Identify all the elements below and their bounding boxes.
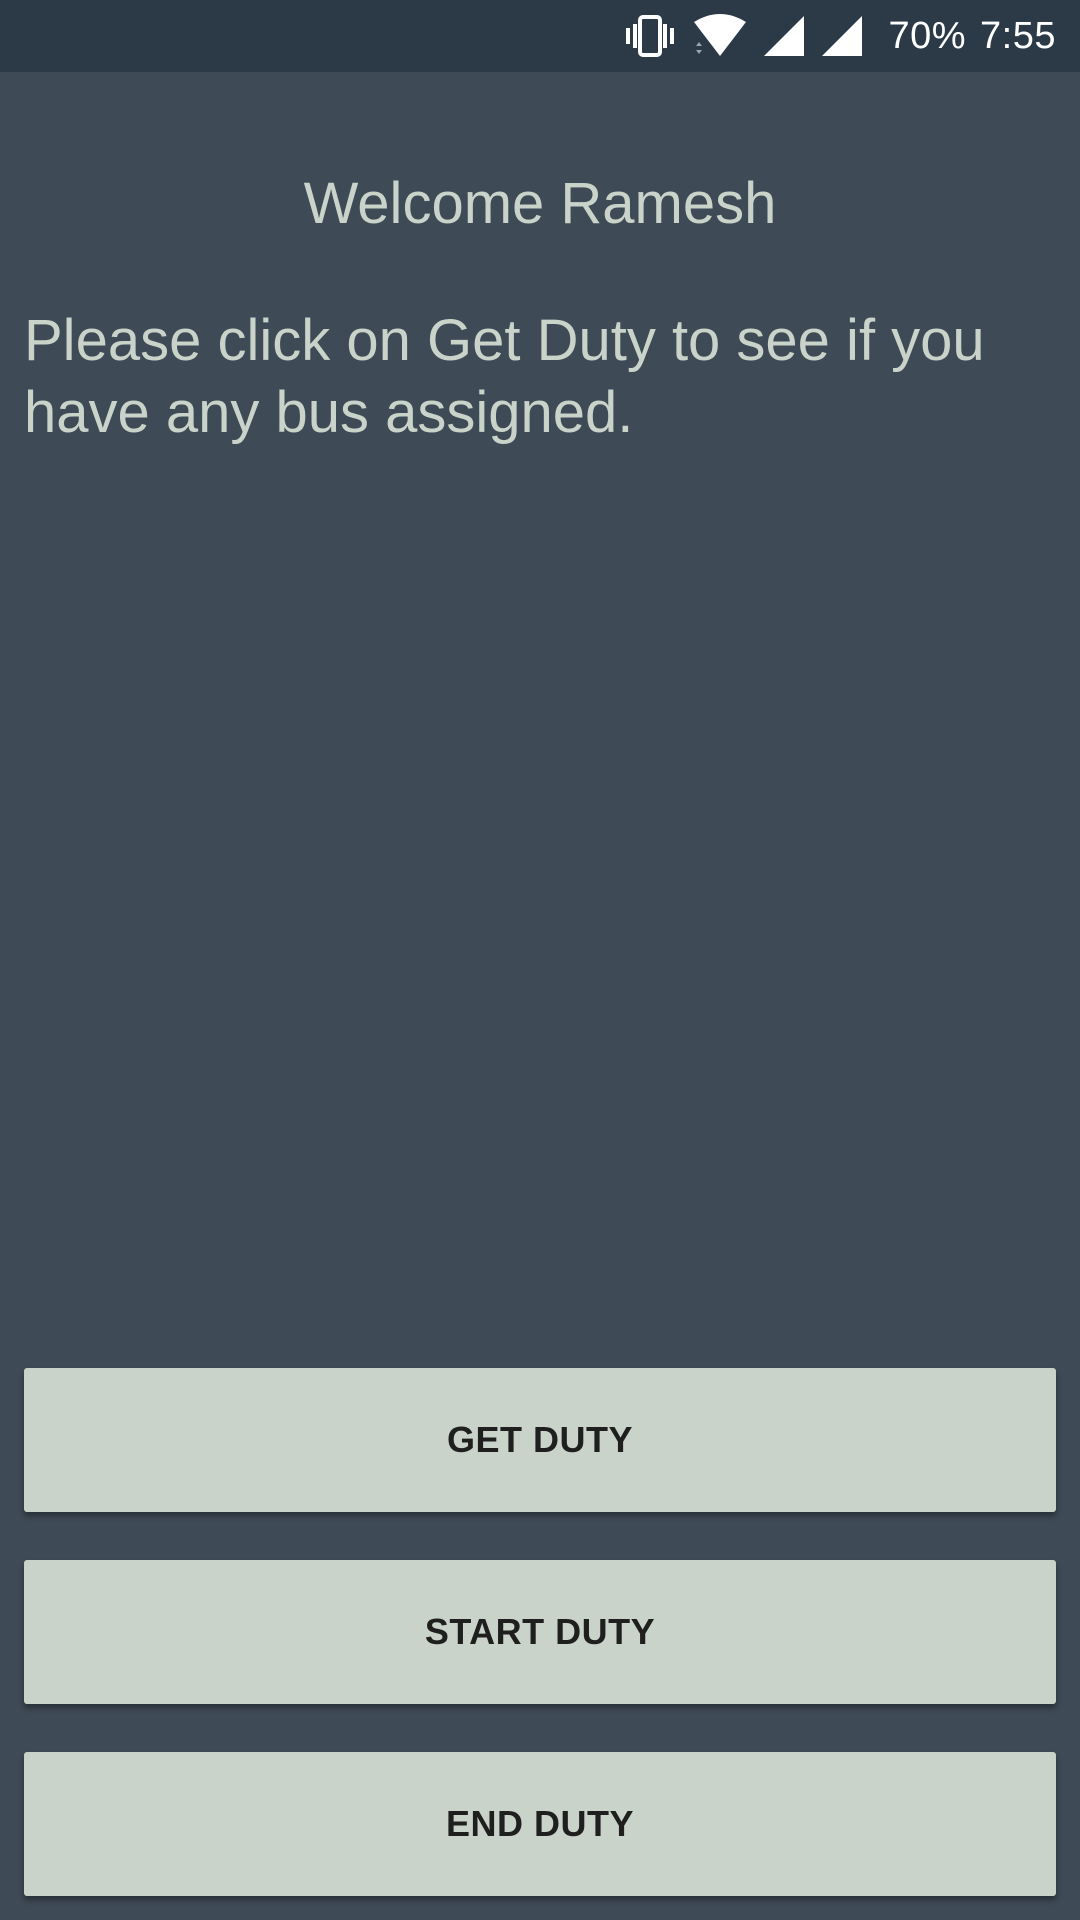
end-duty-button[interactable]: END DUTY <box>24 1752 1056 1896</box>
start-duty-button[interactable]: START DUTY <box>24 1560 1056 1704</box>
battery-percentage: 70% <box>888 14 967 57</box>
cell-signal-icon <box>820 14 864 58</box>
instruction-message: Please click on Get Duty to see if you h… <box>24 308 985 445</box>
status-icons: 70% 7:55 <box>622 0 1056 72</box>
clock-time: 7:55 <box>980 14 1056 57</box>
welcome-heading: Welcome Ramesh <box>303 171 777 236</box>
wifi-icon <box>692 14 748 58</box>
get-duty-button[interactable]: GET DUTY <box>24 1368 1056 1512</box>
vibrate-icon <box>622 14 678 58</box>
cell-signal-icon <box>762 14 806 58</box>
status-bar: 70% 7:55 <box>0 0 1080 72</box>
